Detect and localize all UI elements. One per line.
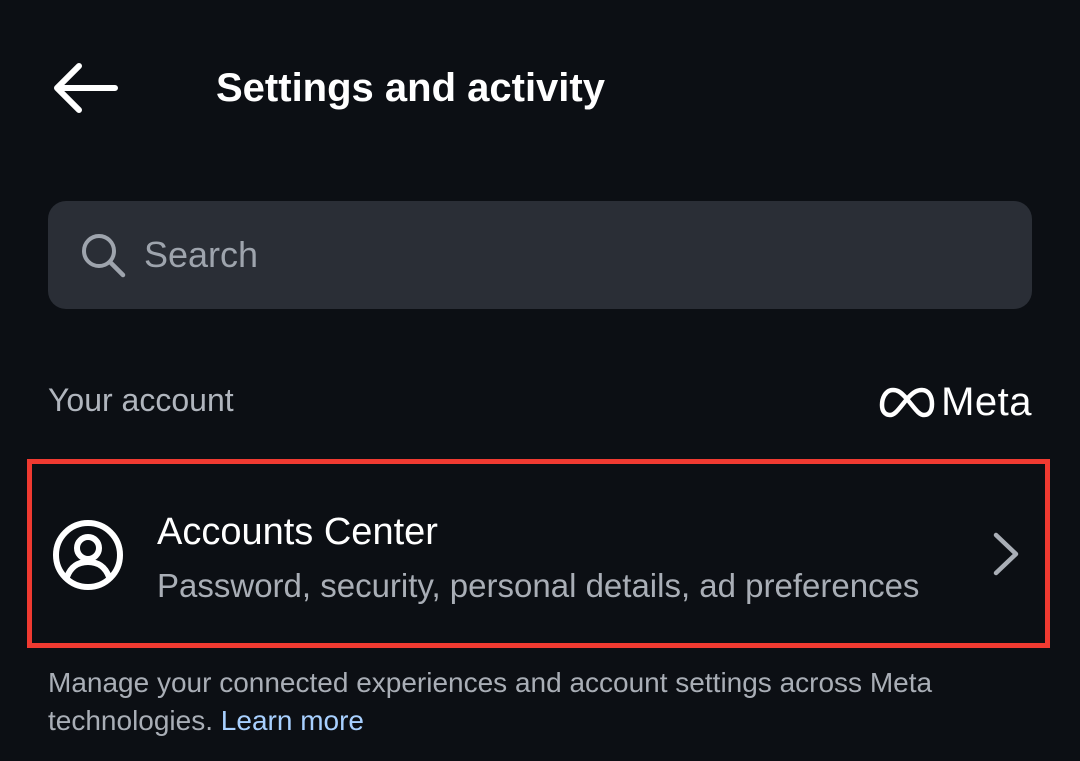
learn-more-link[interactable]: Learn more xyxy=(221,705,364,736)
accounts-center-description: Manage your connected experiences and ac… xyxy=(48,664,1008,740)
accounts-center-title: Accounts Center xyxy=(157,511,438,553)
back-button[interactable] xyxy=(44,52,124,124)
meta-logo: Meta xyxy=(879,378,1032,426)
meta-wordmark: Meta xyxy=(941,379,1032,424)
meta-infinity-icon xyxy=(879,387,935,418)
arrow-left-icon xyxy=(54,63,118,113)
section-header: Your account xyxy=(48,382,234,418)
chevron-right-icon xyxy=(993,532,1019,576)
search-icon xyxy=(78,230,128,280)
search-input[interactable] xyxy=(144,225,984,285)
description-text: Manage your connected experiences and ac… xyxy=(48,667,933,736)
accounts-center-subtitle: Password, security, personal details, ad… xyxy=(157,567,920,604)
search-bar[interactable] xyxy=(48,201,1032,309)
user-circle-icon xyxy=(53,520,123,590)
settings-page: Settings and activity Your account Meta … xyxy=(0,0,1080,761)
page-title: Settings and activity xyxy=(216,66,605,110)
accounts-center-item[interactable]: Accounts Center Password, security, pers… xyxy=(27,459,1050,648)
